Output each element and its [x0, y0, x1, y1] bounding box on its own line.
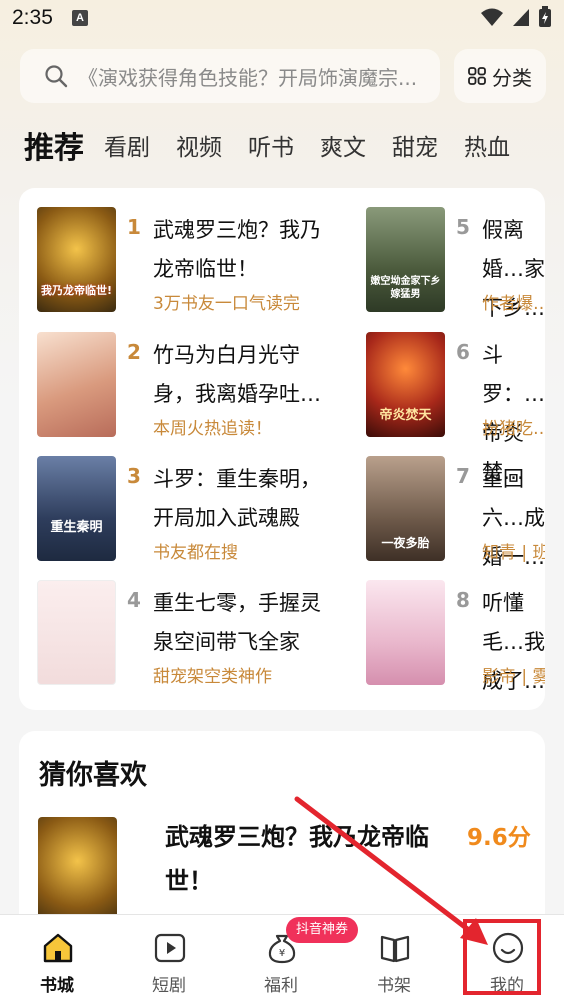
annotation-arrow: [294, 796, 488, 945]
annotation-highlight-box: [463, 919, 541, 995]
